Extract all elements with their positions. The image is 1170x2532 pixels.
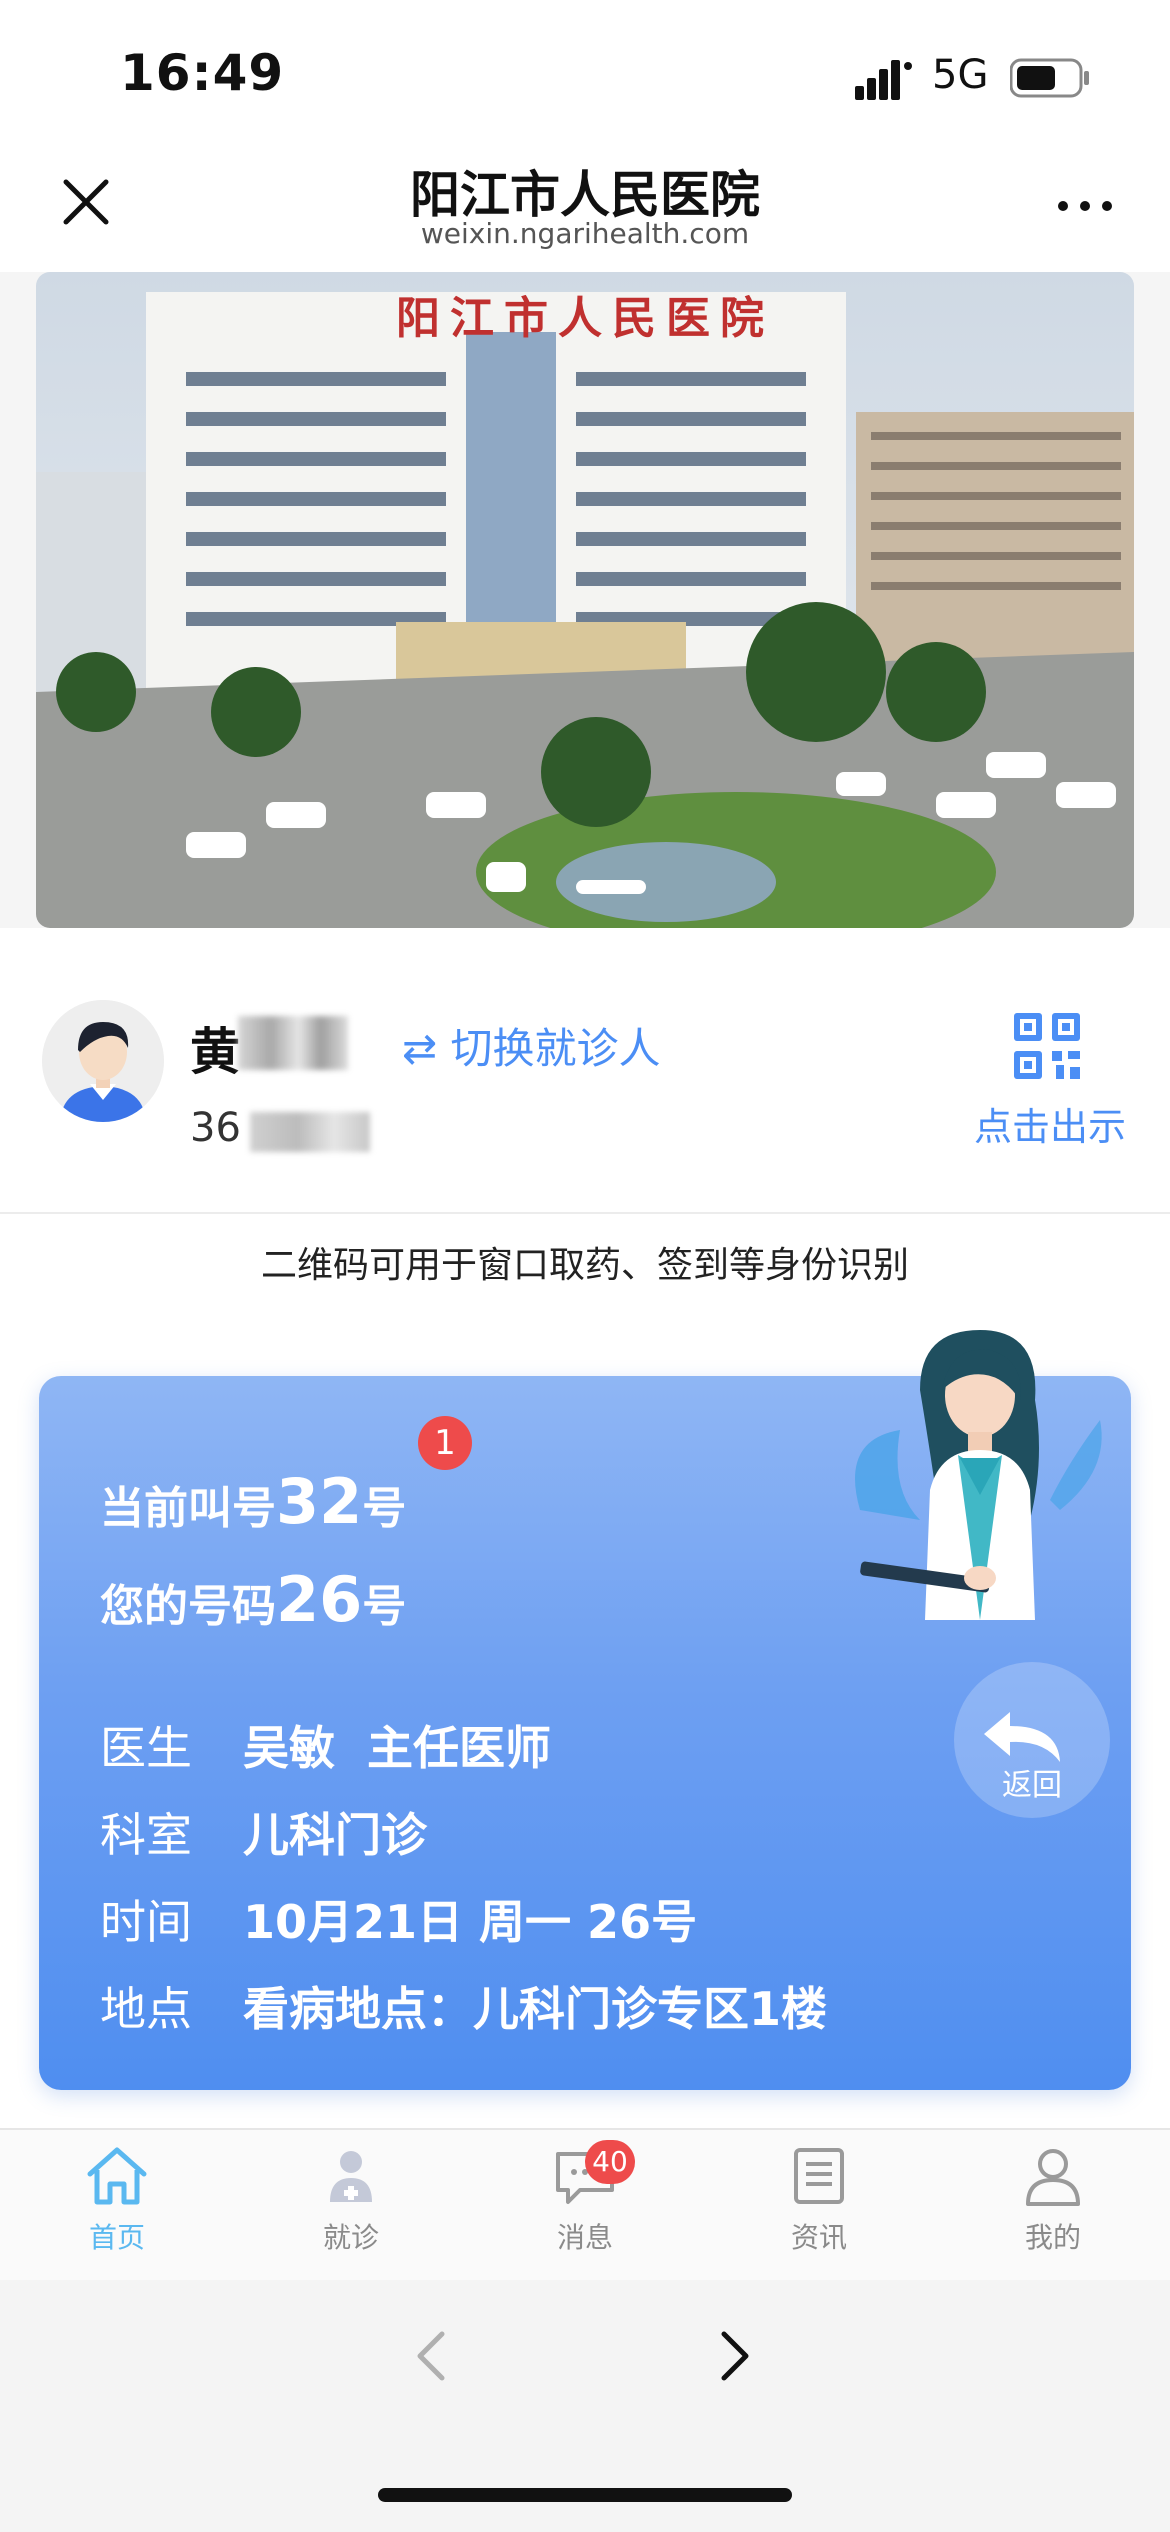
back-button-label[interactable]: 返回 xyxy=(954,1760,1110,1804)
your-number-prefix: 您的号码 xyxy=(100,1581,276,1632)
your-queue-number: 您的号码26号 xyxy=(100,1563,406,1636)
battery-icon xyxy=(1010,58,1089,98)
masked-id xyxy=(250,1112,370,1152)
tab-messages-label: 消息 xyxy=(556,2221,613,2254)
divider xyxy=(0,1212,1170,1214)
current-call-suffix: 号 xyxy=(362,1483,407,1534)
more-icon[interactable] xyxy=(1055,196,1115,216)
profile-icon xyxy=(1026,2149,1080,2206)
browser-forward-icon[interactable] xyxy=(716,2326,756,2386)
tab-home-label: 首页 xyxy=(88,2221,145,2254)
switch-patient-button[interactable]: ⇄ 切换就诊人 xyxy=(402,1015,661,1076)
masked-name xyxy=(238,1016,348,1070)
tab-visit[interactable]: 就诊 xyxy=(234,2140,468,2256)
time-label: 时间 xyxy=(100,1895,192,1949)
home-icon xyxy=(87,2147,147,2205)
banner-sign-text: 阳江市人民医院 xyxy=(396,293,774,344)
patient-id: 36 xyxy=(190,1105,241,1151)
current-call-value: 32 xyxy=(276,1465,363,1538)
current-call-number: 当前叫号32号 xyxy=(100,1465,406,1538)
location-value: 看病地点：儿科门诊专区1楼 xyxy=(243,1982,828,2036)
time-value: 10月21日 周一 26号 xyxy=(243,1895,698,1949)
your-number-suffix: 号 xyxy=(362,1581,407,1632)
hospital-photo xyxy=(36,272,1134,928)
tab-news-label: 资讯 xyxy=(790,2221,847,2254)
status-time: 16:49 xyxy=(120,44,285,102)
location-label: 地点 xyxy=(100,1982,192,2036)
patient-name: 黄 xyxy=(190,1023,240,1081)
tab-profile[interactable]: 我的 xyxy=(936,2140,1170,2256)
qr-usage-note: 二维码可用于窗口取药、签到等身份识别 xyxy=(260,1245,909,1286)
tab-profile-label: 我的 xyxy=(1024,2221,1081,2254)
tab-visit-label: 就诊 xyxy=(322,2221,379,2254)
avatar[interactable] xyxy=(42,1000,164,1122)
network-type: 5G xyxy=(932,52,989,98)
avatar-icon xyxy=(42,1000,164,1122)
home-indicator[interactable] xyxy=(378,2488,792,2502)
tab-news[interactable]: 资讯 xyxy=(702,2140,936,2256)
notification-badge: 1 xyxy=(418,1416,472,1470)
tab-home[interactable]: 首页 xyxy=(0,2140,234,2256)
signal-icon xyxy=(855,60,912,100)
department-value: 儿科门诊 xyxy=(243,1808,427,1862)
qr-code-icon[interactable] xyxy=(1014,1013,1080,1079)
carousel-indicator[interactable] xyxy=(576,880,646,894)
doctor-icon xyxy=(330,2151,372,2202)
news-icon xyxy=(794,2148,844,2204)
doctor-label: 医生 xyxy=(100,1721,192,1775)
page-domain: weixin.ngarihealth.com xyxy=(420,217,750,250)
your-number-value: 26 xyxy=(276,1563,363,1636)
department-label: 科室 xyxy=(100,1808,192,1862)
doctor-value: 吴敏 主任医师 xyxy=(243,1721,552,1775)
show-qr-button[interactable]: 点击出示 xyxy=(950,1096,1150,1151)
doctor-illustration xyxy=(855,1330,1102,1620)
browser-back-icon[interactable] xyxy=(410,2326,450,2386)
message-count-badge: 40 xyxy=(585,2140,635,2184)
current-call-prefix: 当前叫号 xyxy=(100,1483,276,1534)
hospital-banner[interactable]: 阳江市人民医院 xyxy=(36,272,1134,928)
